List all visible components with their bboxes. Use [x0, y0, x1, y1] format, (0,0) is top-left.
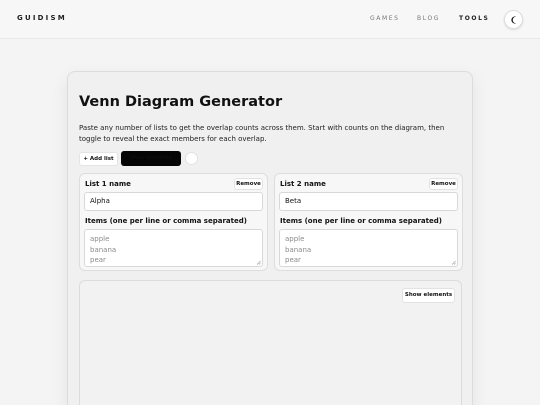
page-title: Venn Diagram Generator — [79, 94, 283, 110]
nav-link-games[interactable]: GAMES — [370, 15, 400, 22]
moon-icon — [511, 16, 517, 24]
toggle-indicator[interactable] — [185, 152, 198, 165]
remove-list-button[interactable]: Remove — [234, 178, 263, 190]
list-name-input[interactable]: Beta — [279, 192, 458, 211]
venn-generator-card: Venn Diagram Generator Paste any number … — [67, 71, 473, 405]
list-name-input[interactable]: Alpha — [84, 192, 263, 211]
nav-link-blog[interactable]: BLOG — [417, 15, 440, 22]
items-placeholder-line: pear — [90, 256, 106, 264]
site-logo[interactable]: GUIDISM — [17, 14, 67, 22]
items-placeholder-line: pear — [285, 256, 301, 264]
nav-link-tools[interactable]: TOOLS — [459, 15, 489, 22]
items-label: Items (one per line or comma separated) — [85, 217, 247, 225]
list-name-label: List 1 name — [85, 180, 131, 188]
items-placeholder-line: apple — [90, 235, 110, 243]
show-elements-toggle-button[interactable]: Show elements — [121, 151, 181, 166]
top-navigation-bar: GUIDISM GAMES BLOG TOOLS — [0, 0, 540, 39]
items-placeholder-line: banana — [285, 245, 312, 254]
tool-description: Paste any number of lists to get the ove… — [79, 124, 445, 143]
resize-grip-icon[interactable] — [256, 260, 261, 265]
list-card-1: List 1 name Remove Alpha Items (one per … — [79, 173, 268, 271]
remove-list-button[interactable]: Remove — [429, 178, 458, 190]
venn-diagram-panel: Show elements — [79, 280, 462, 405]
items-label: Items (one per line or comma separated) — [280, 217, 442, 225]
items-textarea[interactable]: apple banana pear — [84, 229, 263, 267]
list-card-2: List 2 name Remove Beta Items (one per l… — [274, 173, 463, 271]
items-placeholder-line: banana — [90, 245, 117, 254]
list-name-label: List 2 name — [280, 180, 326, 188]
show-elements-button[interactable]: Show elements — [402, 288, 455, 303]
theme-toggle-button[interactable] — [504, 10, 523, 29]
items-placeholder-line: apple — [285, 235, 305, 243]
add-list-button[interactable]: + Add list — [79, 152, 118, 166]
resize-grip-icon[interactable] — [451, 260, 456, 265]
items-textarea[interactable]: apple banana pear — [279, 229, 458, 267]
